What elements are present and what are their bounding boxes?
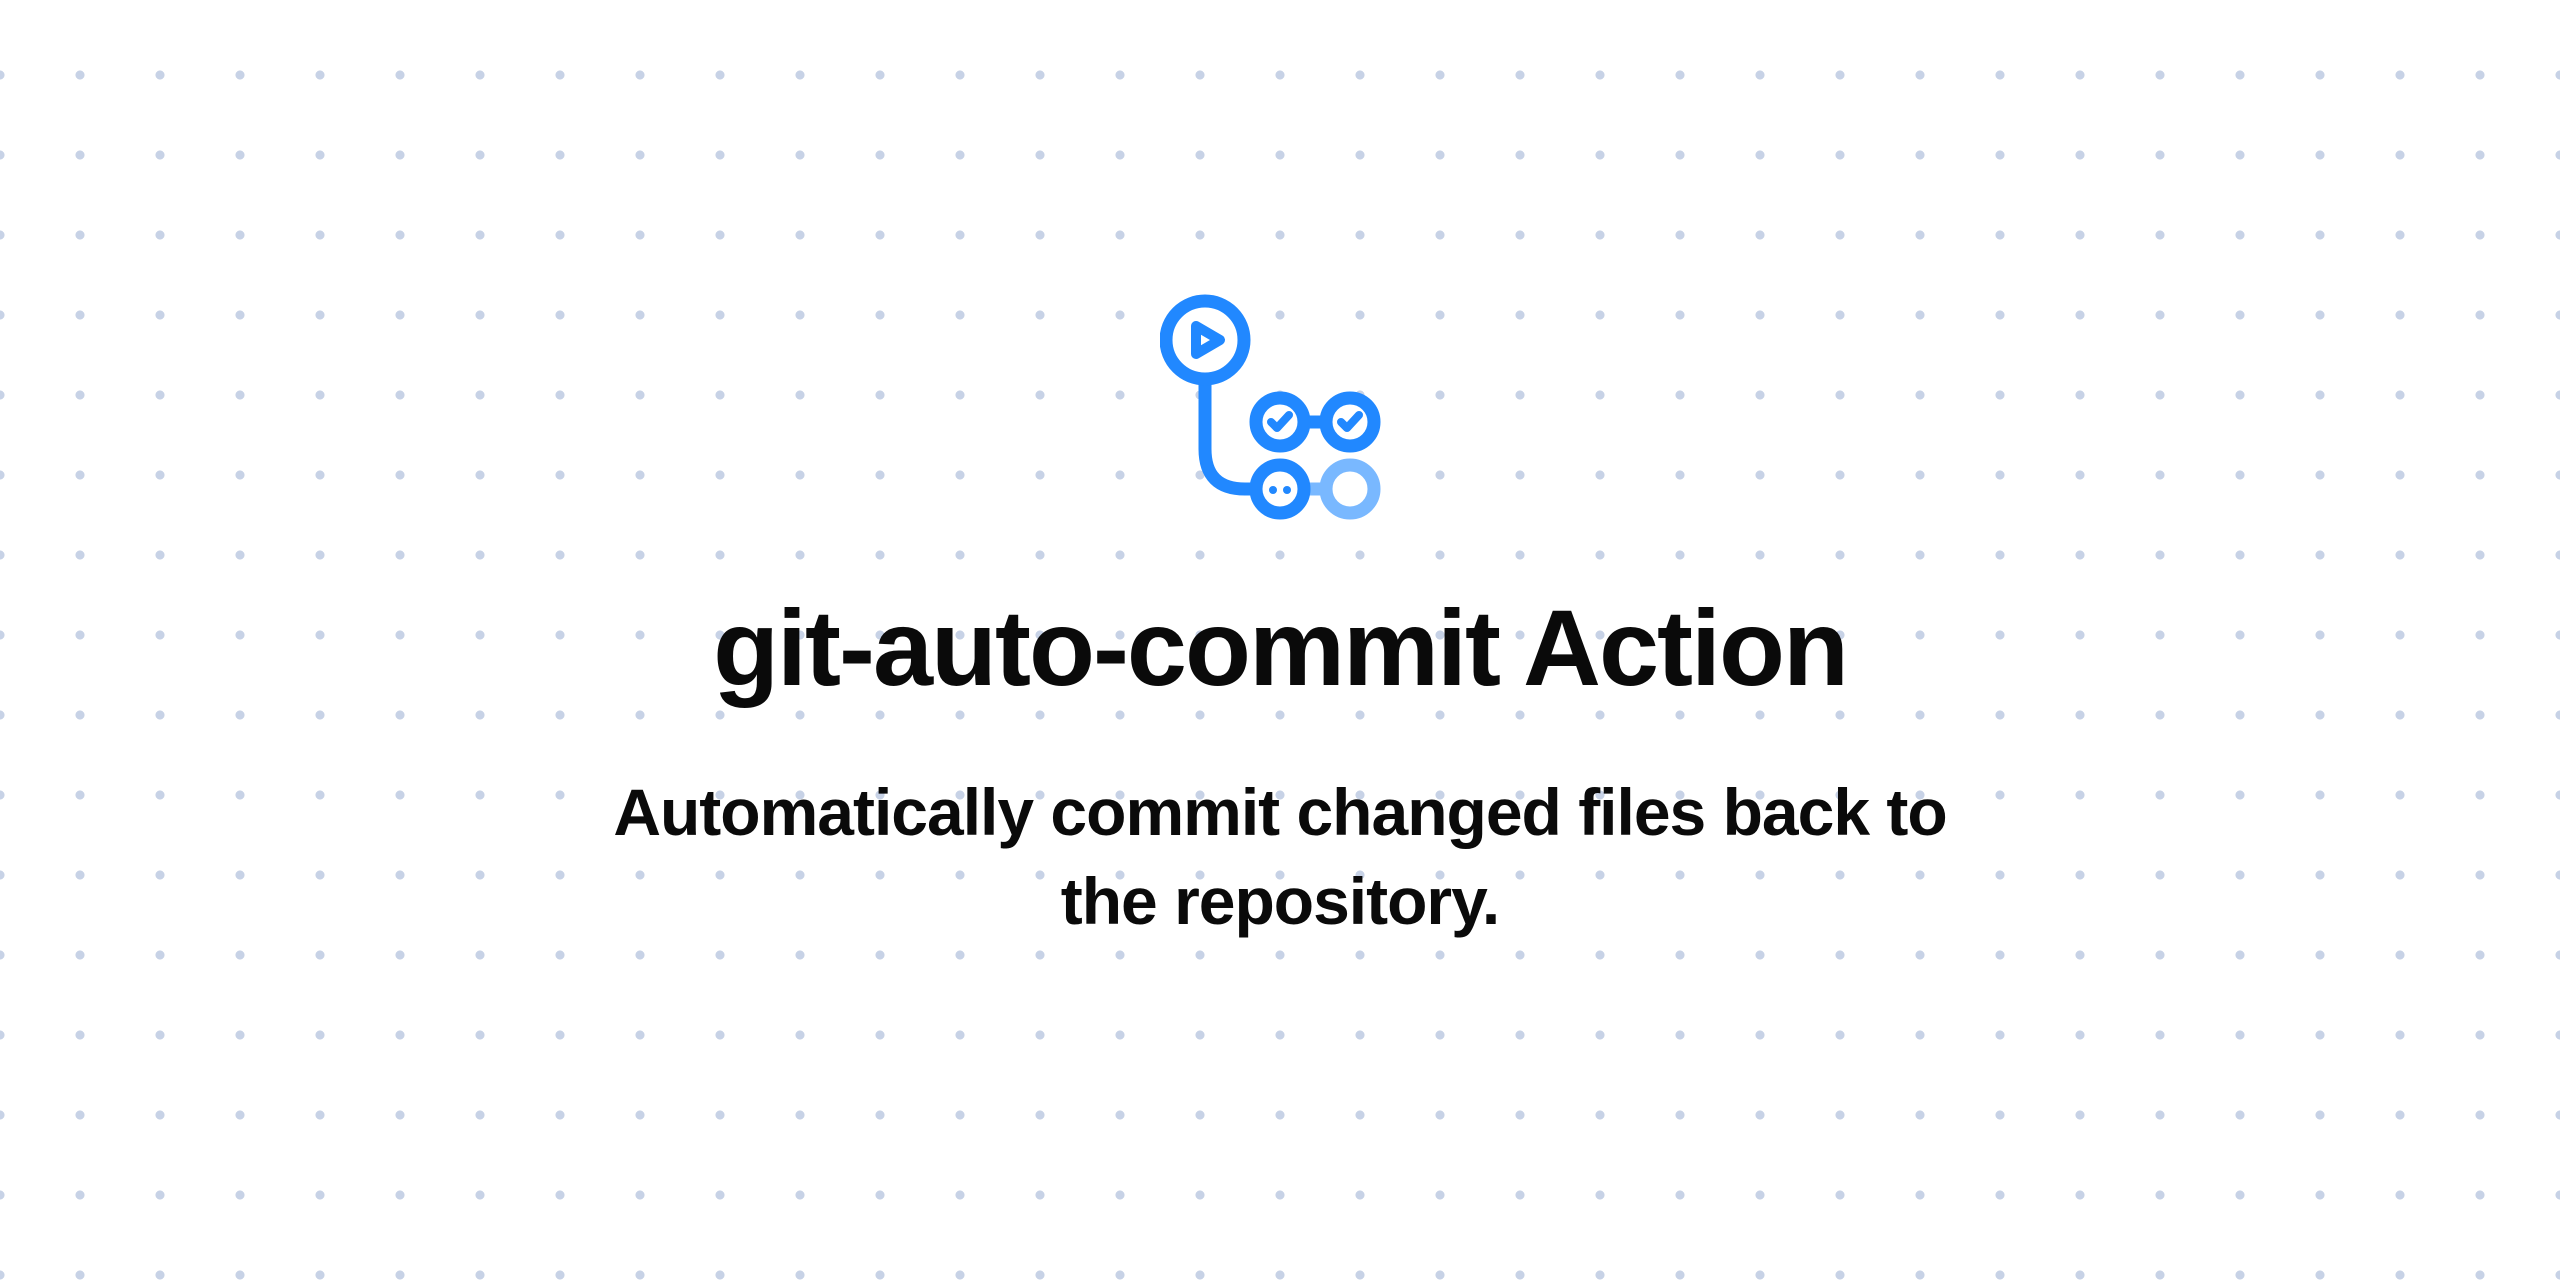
- hero-card: git-auto-commit Action Automatically com…: [580, 294, 1980, 946]
- page-subtitle: Automatically commit changed files back …: [580, 768, 1980, 946]
- github-actions-workflow-icon: [1160, 294, 1400, 529]
- page-title: git-auto-commit Action: [713, 589, 1847, 708]
